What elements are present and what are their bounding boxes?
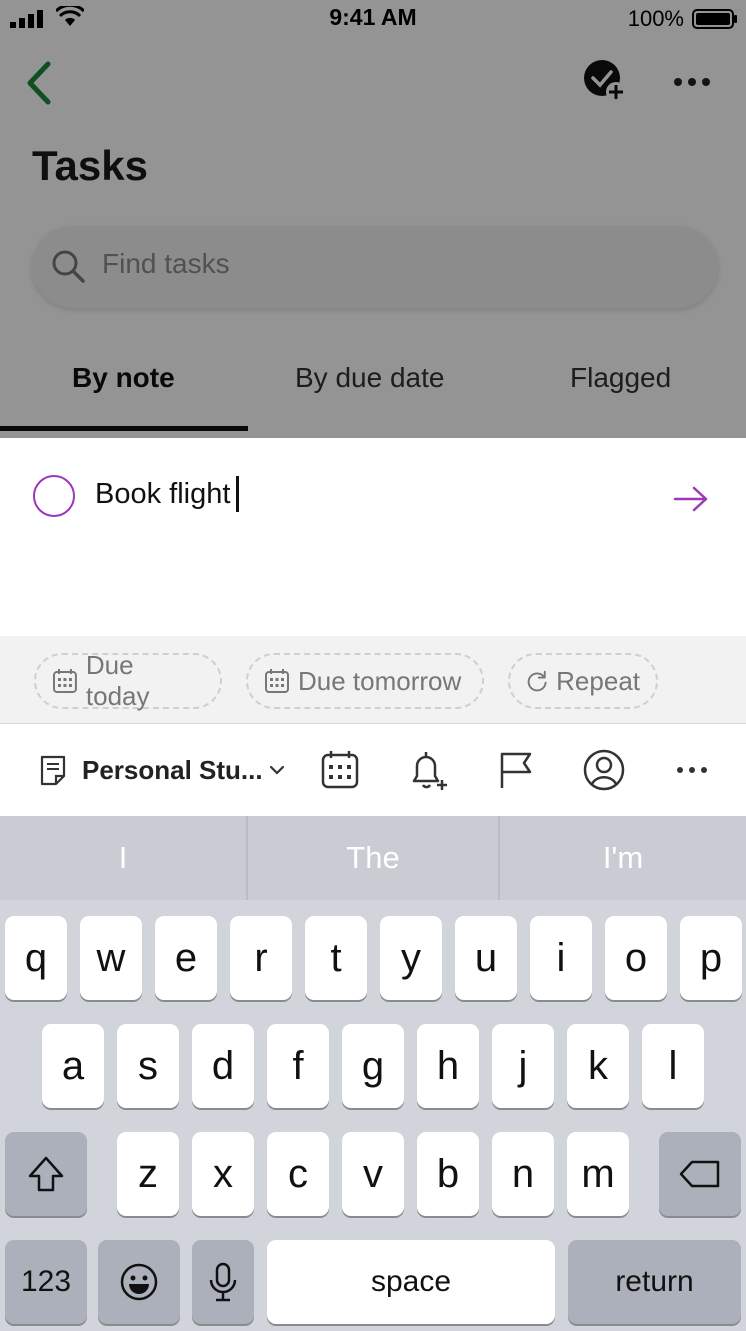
notebook-label: Personal Stu... bbox=[82, 754, 263, 785]
space-key[interactable]: space bbox=[267, 1240, 555, 1324]
return-key[interactable]: return bbox=[568, 1240, 741, 1324]
text-cursor bbox=[236, 476, 240, 512]
tasks-screen: 9:41 AM 100% Tasks By note By due date F… bbox=[0, 0, 746, 438]
key-m[interactable]: m bbox=[567, 1132, 629, 1216]
emoji-key[interactable] bbox=[98, 1240, 180, 1324]
due-tomorrow-chip[interactable]: Due tomorrow bbox=[246, 653, 484, 709]
calendar-icon bbox=[265, 669, 289, 693]
system-keyboard: I The I'm q w e r t y u i o p a s d f g … bbox=[0, 816, 746, 1331]
key-g[interactable]: g bbox=[342, 1024, 404, 1108]
suggestion-item[interactable]: The bbox=[248, 816, 498, 900]
note-icon bbox=[40, 755, 66, 786]
key-l[interactable]: l bbox=[642, 1024, 704, 1108]
repeat-label: Repeat bbox=[556, 665, 640, 696]
key-f[interactable]: f bbox=[267, 1024, 329, 1108]
delete-key[interactable] bbox=[659, 1132, 741, 1216]
task-title-field[interactable]: Book flight bbox=[95, 476, 240, 512]
key-x[interactable]: x bbox=[192, 1132, 254, 1216]
repeat-icon bbox=[527, 670, 547, 692]
reminder-bell-icon[interactable] bbox=[406, 748, 450, 792]
microphone-icon bbox=[209, 1262, 237, 1302]
due-tomorrow-label: Due tomorrow bbox=[298, 665, 462, 696]
shift-key[interactable] bbox=[5, 1132, 87, 1216]
task-complete-circle[interactable] bbox=[33, 475, 75, 517]
key-c[interactable]: c bbox=[267, 1132, 329, 1216]
task-toolbar: Personal Stu... bbox=[0, 724, 746, 816]
key-j[interactable]: j bbox=[492, 1024, 554, 1108]
predictive-bar: I The I'm bbox=[0, 816, 746, 900]
flag-icon[interactable] bbox=[494, 748, 538, 792]
repeat-chip[interactable]: Repeat bbox=[508, 653, 658, 709]
key-h[interactable]: h bbox=[417, 1024, 479, 1108]
numbers-key[interactable]: 123 bbox=[5, 1240, 87, 1324]
key-v[interactable]: v bbox=[342, 1132, 404, 1216]
shift-arrow-icon bbox=[28, 1156, 64, 1192]
suggestion-item[interactable]: I'm bbox=[500, 816, 746, 900]
key-u[interactable]: u bbox=[455, 916, 517, 1000]
backspace-icon bbox=[679, 1160, 720, 1188]
modal-scrim[interactable] bbox=[0, 0, 746, 438]
key-z[interactable]: z bbox=[117, 1132, 179, 1216]
key-a[interactable]: a bbox=[42, 1024, 104, 1108]
quick-options-bar: Due today Due tomorrow Repeat bbox=[0, 636, 746, 724]
calendar-icon bbox=[52, 669, 77, 693]
notebook-picker[interactable]: Personal Stu... bbox=[38, 748, 285, 792]
assign-user-icon[interactable] bbox=[582, 748, 626, 792]
calendar-icon[interactable] bbox=[318, 748, 362, 792]
key-b[interactable]: b bbox=[417, 1132, 479, 1216]
key-p[interactable]: p bbox=[680, 916, 742, 1000]
key-t[interactable]: t bbox=[305, 916, 367, 1000]
task-entry-row: Book flight bbox=[0, 438, 746, 558]
key-r[interactable]: r bbox=[230, 916, 292, 1000]
due-today-chip[interactable]: Due today bbox=[34, 650, 222, 711]
suggestion-item[interactable]: I bbox=[0, 816, 246, 900]
more-options-icon[interactable] bbox=[670, 748, 714, 792]
key-w[interactable]: w bbox=[80, 916, 142, 1000]
due-today-label: Due today bbox=[85, 650, 150, 711]
key-e[interactable]: e bbox=[155, 916, 217, 1000]
emoji-icon bbox=[120, 1263, 158, 1301]
key-i[interactable]: i bbox=[530, 916, 592, 1000]
key-y[interactable]: y bbox=[380, 916, 442, 1000]
key-s[interactable]: s bbox=[117, 1024, 179, 1108]
submit-arrow-icon[interactable] bbox=[672, 484, 710, 514]
key-o[interactable]: o bbox=[605, 916, 667, 1000]
quick-add-sheet: Book flight Due today Due tomorrow Repea… bbox=[0, 438, 746, 816]
key-k[interactable]: k bbox=[567, 1024, 629, 1108]
key-n[interactable]: n bbox=[492, 1132, 554, 1216]
task-title-text: Book flight bbox=[95, 477, 231, 510]
key-d[interactable]: d bbox=[192, 1024, 254, 1108]
dictation-key[interactable] bbox=[192, 1240, 254, 1324]
key-q[interactable]: q bbox=[5, 916, 67, 1000]
chevron-down-icon bbox=[269, 765, 284, 775]
